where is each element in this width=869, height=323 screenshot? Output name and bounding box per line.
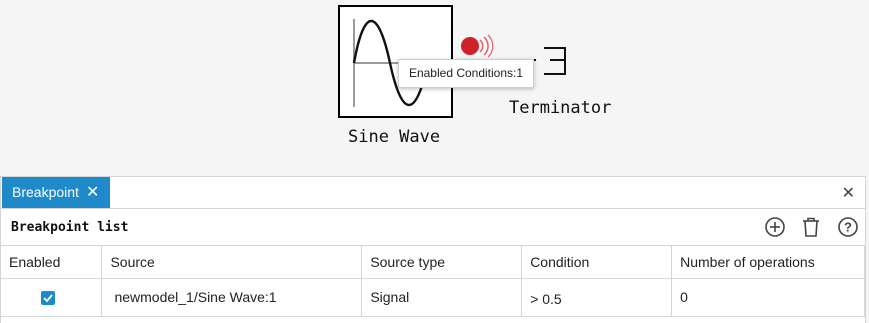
panel-tab-bar: Breakpoint ✕ ✕	[1, 177, 865, 209]
breakpoint-marker-icon[interactable]	[458, 34, 494, 60]
source-value: newmodel_1/Sine Wave:1	[114, 289, 277, 305]
tab-label: Breakpoint	[12, 184, 79, 200]
svg-text:?: ?	[844, 220, 852, 235]
tab-breakpoint[interactable]: Breakpoint ✕	[2, 177, 110, 208]
breakpoint-list-header: Breakpoint list ?	[1, 209, 865, 246]
source-type-cell[interactable]: Signal	[361, 278, 523, 317]
add-circle-icon[interactable]	[764, 216, 786, 238]
column-header-operations[interactable]: Number of operations	[671, 246, 865, 279]
table-header-row: Enabled Source Source type Condition Num…	[1, 246, 865, 279]
panel-close-icon[interactable]: ✕	[842, 183, 855, 203]
column-header-enabled[interactable]: Enabled	[1, 246, 103, 279]
tab-close-icon[interactable]: ✕	[86, 182, 99, 202]
help-icon[interactable]: ?	[837, 216, 859, 238]
enabled-checkbox[interactable]	[41, 290, 55, 305]
enabled-cell	[1, 278, 103, 317]
checkmark-icon	[43, 293, 53, 302]
condition-value: > 0.5	[530, 291, 562, 307]
breakpoint-panel: Breakpoint ✕ ✕ Breakpoint list ? Enabled…	[0, 176, 866, 323]
source-cell[interactable]: newmodel_1/Sine Wave:1	[101, 278, 363, 317]
terminator-label: Terminator	[509, 98, 612, 118]
table-row[interactable]: newmodel_1/Sine Wave:1 Signal > 0.5 0	[1, 278, 865, 317]
model-canvas[interactable]: Sine Wave Terminator Enabled Conditions:…	[0, 0, 869, 176]
column-header-source-type[interactable]: Source type	[361, 246, 523, 279]
breakpoint-tooltip: Enabled Conditions:1	[398, 59, 534, 88]
list-title: Breakpoint list	[11, 220, 129, 235]
trash-icon[interactable]	[800, 216, 822, 238]
breakpoint-table: Enabled Source Source type Condition Num…	[1, 246, 865, 317]
sine-wave-label: Sine Wave	[348, 127, 441, 147]
column-header-condition[interactable]: Condition	[521, 246, 673, 279]
condition-cell[interactable]: > 0.5	[521, 278, 673, 317]
operations-cell[interactable]: 0	[671, 278, 865, 317]
column-header-source[interactable]: Source	[101, 246, 363, 279]
